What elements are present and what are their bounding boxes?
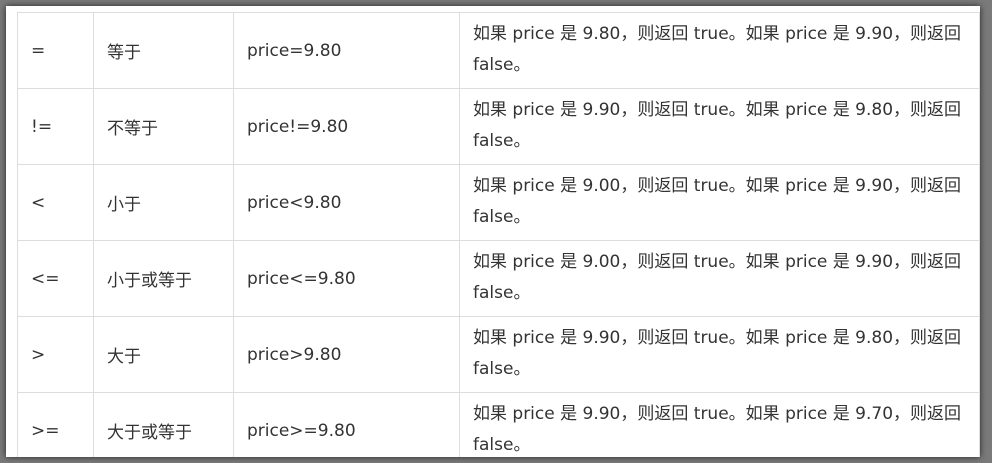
description-cell: 等于 — [93, 12, 234, 89]
operator-cell: >= — [17, 392, 94, 457]
operators-table: = 等于 price=9.80 如果 price 是 9.80，则返回 true… — [17, 12, 980, 457]
operator-cell: = — [17, 12, 94, 89]
example-cell: price<9.80 — [233, 164, 460, 241]
result-cell: 如果 price 是 9.80，则返回 true。如果 price 是 9.90… — [459, 12, 980, 89]
example-cell: price>9.80 — [233, 316, 460, 393]
result-text: 如果 price 是 9.00，则返回 true。如果 price 是 9.90… — [473, 175, 962, 227]
table-row: > 大于 price>9.80 如果 price 是 9.90，则返回 true… — [17, 316, 980, 393]
description-cell: 大于或等于 — [93, 392, 234, 457]
screenshot-frame: = 等于 price=9.80 如果 price 是 9.80，则返回 true… — [6, 6, 980, 457]
result-cell: 如果 price 是 9.90，则返回 true。如果 price 是 9.70… — [459, 392, 980, 457]
operator-cell: != — [17, 88, 94, 165]
operator-cell: <= — [17, 240, 94, 317]
example-cell: price>=9.80 — [233, 392, 460, 457]
description-cell: 不等于 — [93, 88, 234, 165]
description-cell: 小于 — [93, 164, 234, 241]
description-cell: 大于 — [93, 316, 234, 393]
result-cell: 如果 price 是 9.00，则返回 true。如果 price 是 9.90… — [459, 240, 980, 317]
example-cell: price!=9.80 — [233, 88, 460, 165]
result-text: 如果 price 是 9.90，则返回 true。如果 price 是 9.80… — [473, 327, 962, 379]
operator-cell: > — [17, 316, 94, 393]
table-row: = 等于 price=9.80 如果 price 是 9.80，则返回 true… — [17, 12, 980, 89]
table-row: >= 大于或等于 price>=9.80 如果 price 是 9.90，则返回… — [17, 392, 980, 457]
result-cell: 如果 price 是 9.90，则返回 true。如果 price 是 9.80… — [459, 316, 980, 393]
description-cell: 小于或等于 — [93, 240, 234, 317]
result-text: 如果 price 是 9.90，则返回 true。如果 price 是 9.70… — [473, 403, 962, 455]
result-text: 如果 price 是 9.90，则返回 true。如果 price 是 9.80… — [473, 99, 962, 151]
result-text: 如果 price 是 9.00，则返回 true。如果 price 是 9.90… — [473, 251, 962, 303]
example-cell: price<=9.80 — [233, 240, 460, 317]
operator-cell: < — [17, 164, 94, 241]
table-row: <= 小于或等于 price<=9.80 如果 price 是 9.00，则返回… — [17, 240, 980, 317]
example-cell: price=9.80 — [233, 12, 460, 89]
result-cell: 如果 price 是 9.90，则返回 true。如果 price 是 9.80… — [459, 88, 980, 165]
result-cell: 如果 price 是 9.00，则返回 true。如果 price 是 9.90… — [459, 164, 980, 241]
table-row: != 不等于 price!=9.80 如果 price 是 9.90，则返回 t… — [17, 88, 980, 165]
table-row: < 小于 price<9.80 如果 price 是 9.00，则返回 true… — [17, 164, 980, 241]
result-text: 如果 price 是 9.80，则返回 true。如果 price 是 9.90… — [473, 23, 962, 75]
